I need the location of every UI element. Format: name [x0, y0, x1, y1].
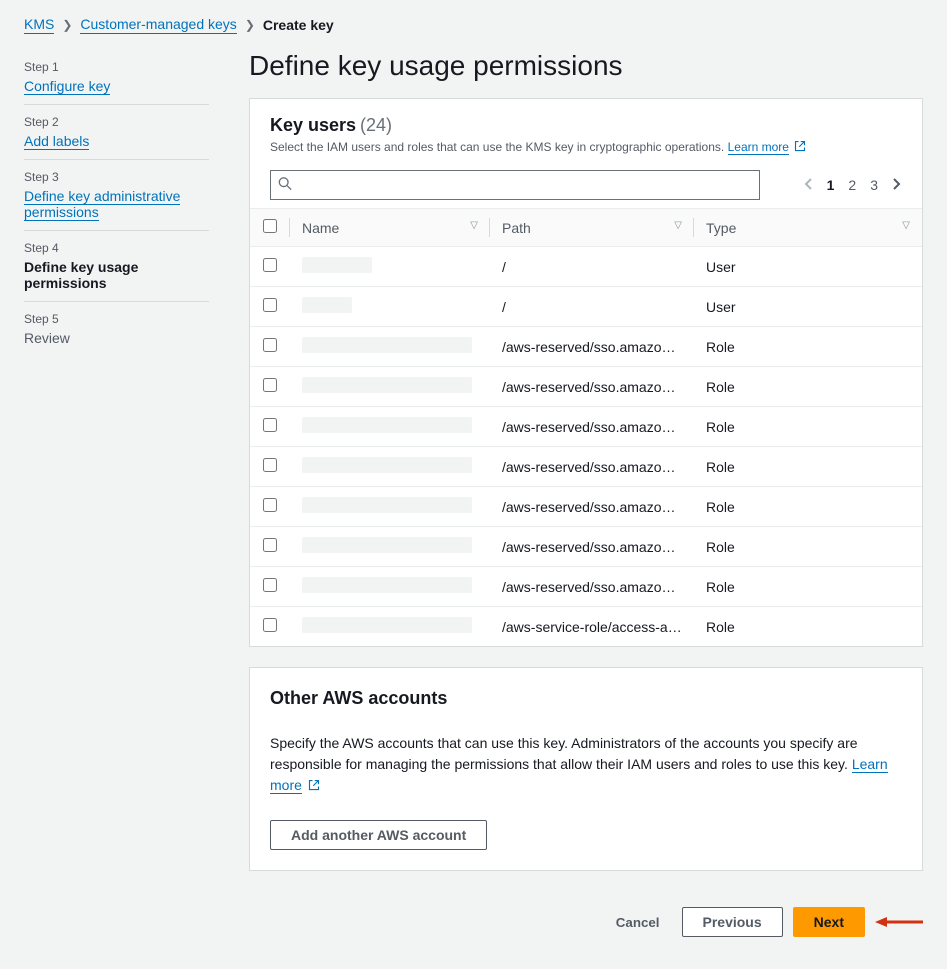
external-link-icon: [794, 140, 806, 152]
redacted-name: [302, 537, 472, 553]
row-checkbox[interactable]: [263, 258, 277, 272]
row-type: Role: [694, 607, 922, 647]
external-link-icon: [308, 776, 320, 788]
step-label: Step 4: [24, 241, 209, 255]
key-users-table: Name Path Type / User / User/aws-reserved/s…: [250, 208, 922, 646]
table-row: /aws-reserved/sso.amazonaws… Role: [250, 527, 922, 567]
page-title: Define key usage permissions: [249, 50, 923, 82]
row-checkbox[interactable]: [263, 538, 277, 552]
redacted-name: [302, 297, 352, 313]
row-checkbox[interactable]: [263, 298, 277, 312]
row-checkbox[interactable]: [263, 618, 277, 632]
row-type: Role: [694, 367, 922, 407]
chevron-right-icon: ❯: [62, 18, 72, 32]
redacted-name: [302, 337, 472, 353]
table-row: /aws-reserved/sso.amazonaws… Role: [250, 567, 922, 607]
redacted-name: [302, 417, 472, 433]
row-checkbox[interactable]: [263, 458, 277, 472]
step-label: Step 2: [24, 115, 209, 129]
pagination-next[interactable]: [892, 177, 902, 194]
chevron-right-icon: ❯: [245, 18, 255, 32]
row-type: Role: [694, 447, 922, 487]
key-users-count: (24): [360, 115, 392, 135]
other-accounts-description: Specify the AWS accounts that can use th…: [270, 735, 858, 772]
row-type: Role: [694, 567, 922, 607]
row-path: /: [502, 259, 682, 275]
table-row: /aws-reserved/sso.amazonaws… Role: [250, 407, 922, 447]
row-type: User: [694, 247, 922, 287]
pagination-prev[interactable]: [803, 177, 813, 194]
wizard-steps: Step 1 Configure key Step 2 Add labels S…: [24, 50, 209, 953]
row-path: /aws-reserved/sso.amazonaws…: [502, 379, 682, 395]
search-icon: [278, 177, 292, 194]
row-path: /aws-reserved/sso.amazonaws…: [502, 579, 682, 595]
row-path: /aws-reserved/sso.amazonaws…: [502, 339, 682, 355]
select-all-checkbox[interactable]: [263, 219, 277, 233]
footer-actions: Cancel Previous Next: [249, 891, 923, 953]
row-path: /aws-service-role/access-analy…: [502, 619, 682, 635]
table-row: /aws-reserved/sso.amazonaws… Role: [250, 447, 922, 487]
table-row: / User: [250, 287, 922, 327]
row-path: /aws-reserved/sso.amazonaws…: [502, 419, 682, 435]
row-path: /aws-reserved/sso.amazonaws…: [502, 499, 682, 515]
table-row: /aws-reserved/sso.amazonaws… Role: [250, 327, 922, 367]
row-checkbox[interactable]: [263, 378, 277, 392]
step-admin-permissions[interactable]: Define key administrative permissions: [24, 188, 180, 221]
step-configure-key[interactable]: Configure key: [24, 78, 110, 95]
column-type[interactable]: Type: [694, 209, 922, 247]
breadcrumb-kms[interactable]: KMS: [24, 16, 54, 34]
redacted-name: [302, 257, 372, 273]
step-add-labels[interactable]: Add labels: [24, 133, 89, 150]
redacted-name: [302, 577, 472, 593]
row-type: Role: [694, 487, 922, 527]
column-path[interactable]: Path: [490, 209, 694, 247]
row-type: Role: [694, 407, 922, 447]
step-usage-permissions: Define key usage permissions: [24, 259, 209, 291]
row-checkbox[interactable]: [263, 498, 277, 512]
cancel-button[interactable]: Cancel: [604, 909, 672, 936]
row-type: Role: [694, 327, 922, 367]
search-input[interactable]: [270, 170, 760, 200]
table-row: / User: [250, 247, 922, 287]
other-accounts-panel: Other AWS accounts Specify the AWS accou…: [249, 667, 923, 871]
previous-button[interactable]: Previous: [682, 907, 783, 937]
row-path: /: [502, 299, 682, 315]
table-row: /aws-reserved/sso.amazonaws… Role: [250, 367, 922, 407]
table-row: /aws-service-role/access-analy… Role: [250, 607, 922, 647]
breadcrumb: KMS ❯ Customer-managed keys ❯ Create key: [24, 16, 923, 34]
step-label: Step 3: [24, 170, 209, 184]
annotation-arrow-icon: [875, 914, 923, 930]
next-button[interactable]: Next: [793, 907, 865, 937]
key-users-panel: Key users (24) Select the IAM users and …: [249, 98, 923, 647]
row-checkbox[interactable]: [263, 418, 277, 432]
learn-more-link[interactable]: Learn more: [728, 140, 789, 155]
step-review: Review: [24, 330, 209, 346]
step-label: Step 5: [24, 312, 209, 326]
table-row: /aws-reserved/sso.amazonaws… Role: [250, 487, 922, 527]
row-path: /aws-reserved/sso.amazonaws…: [502, 539, 682, 555]
redacted-name: [302, 457, 472, 473]
row-checkbox[interactable]: [263, 338, 277, 352]
row-checkbox[interactable]: [263, 578, 277, 592]
pagination-page-3[interactable]: 3: [870, 177, 878, 193]
add-another-account-button[interactable]: Add another AWS account: [270, 820, 487, 850]
redacted-name: [302, 617, 472, 633]
step-label: Step 1: [24, 60, 209, 74]
pagination-page-1[interactable]: 1: [827, 177, 835, 193]
breadcrumb-customer-managed-keys[interactable]: Customer-managed keys: [80, 16, 236, 34]
redacted-name: [302, 497, 472, 513]
redacted-name: [302, 377, 472, 393]
key-users-title: Key users: [270, 115, 356, 135]
column-name[interactable]: Name: [290, 209, 490, 247]
row-path: /aws-reserved/sso.amazonaws…: [502, 459, 682, 475]
other-accounts-title: Other AWS accounts: [270, 688, 902, 709]
row-type: Role: [694, 527, 922, 567]
pagination: 1 2 3: [803, 177, 902, 194]
row-type: User: [694, 287, 922, 327]
pagination-page-2[interactable]: 2: [848, 177, 856, 193]
key-users-description: Select the IAM users and roles that can …: [270, 140, 724, 154]
breadcrumb-current: Create key: [263, 17, 334, 33]
